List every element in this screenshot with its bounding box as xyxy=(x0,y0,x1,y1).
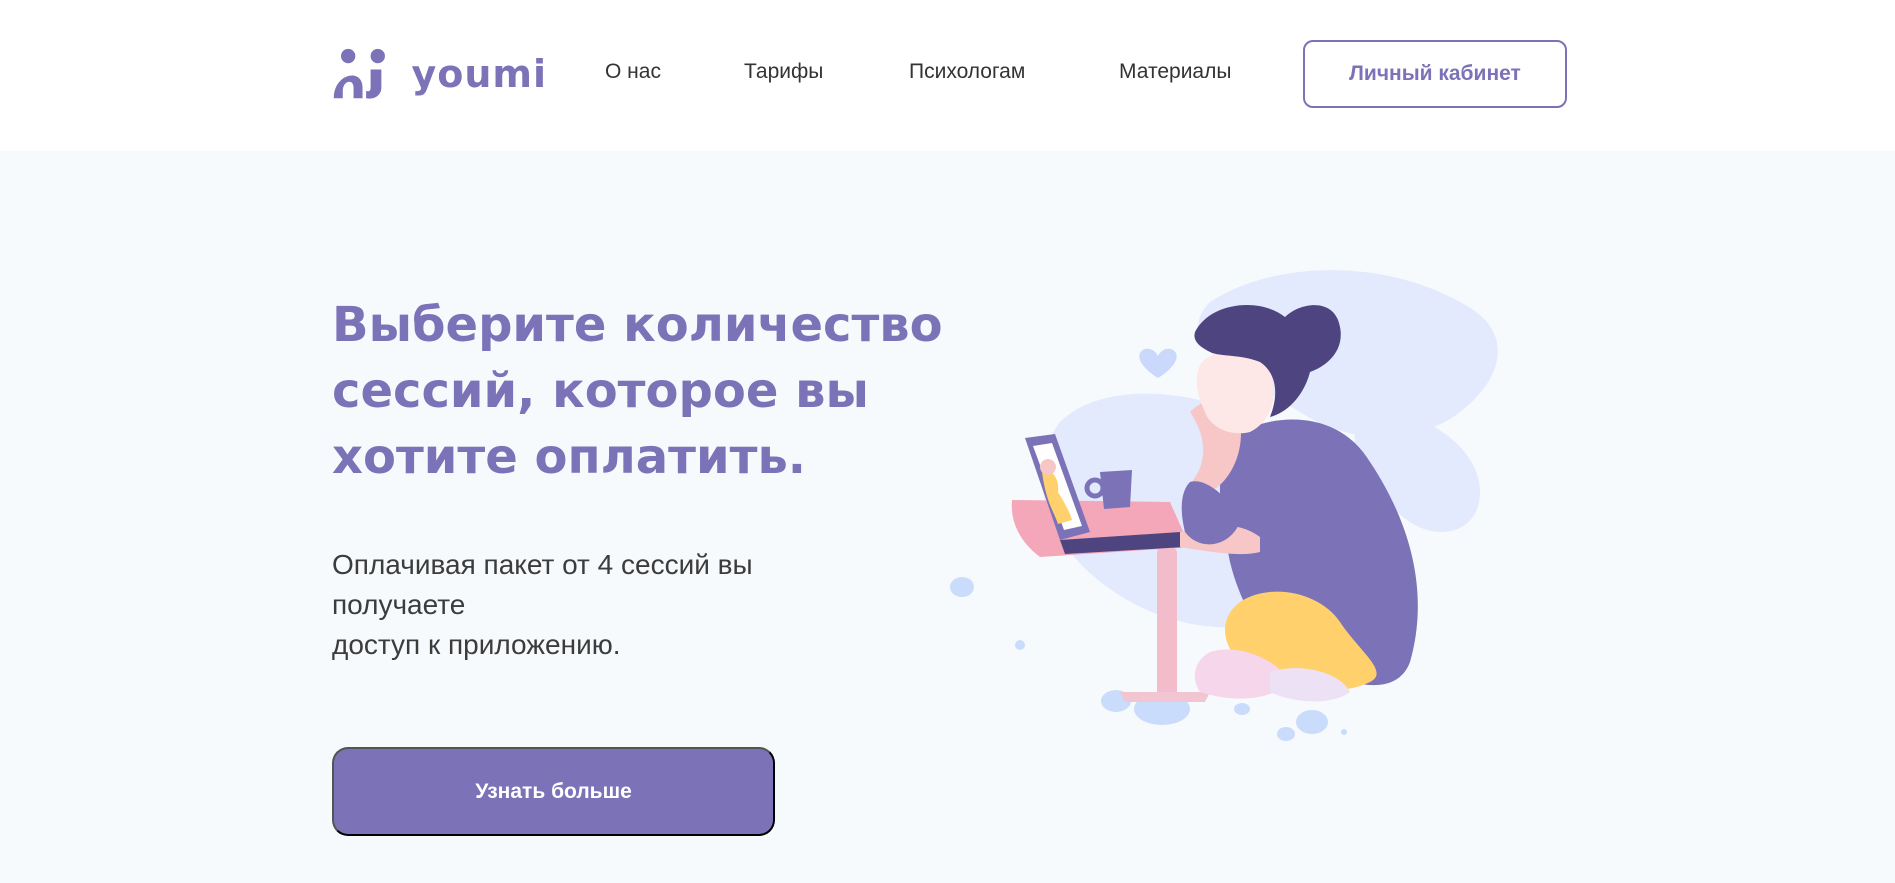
hero-subtitle-line: доступ к приложению. xyxy=(332,629,621,660)
hero-subtitle: Оплачивая пакет от 4 сессий вы получаете… xyxy=(332,545,892,665)
learn-more-button[interactable]: Узнать больше xyxy=(332,747,775,836)
brand-logo[interactable]: youmi xyxy=(332,44,547,104)
personal-cabinet-button[interactable]: Личный кабинет xyxy=(1303,40,1567,108)
hero-title-line: Выберите количество xyxy=(332,297,943,353)
hero-illustration xyxy=(950,270,1498,741)
nav-link-materials[interactable]: Материалы xyxy=(1119,60,1231,84)
site-header: youmi О нас Тарифы Психологам Материалы … xyxy=(0,0,1895,151)
hero-subtitle-line: Оплачивая пакет от 4 сессий вы xyxy=(332,549,753,580)
nav-link-about[interactable]: О нас xyxy=(605,60,661,84)
logo-icon xyxy=(333,48,385,99)
hero-title-line: хотите оплатить. xyxy=(332,429,807,485)
logo-wordmark: youmi xyxy=(411,52,547,96)
nav-link-tariffs[interactable]: Тарифы xyxy=(744,60,823,84)
nav-link-psychologists[interactable]: Психологам xyxy=(909,60,1025,84)
hero-title-line: сессий, которое вы xyxy=(332,363,869,419)
hero-subtitle-line: получаете xyxy=(332,589,466,620)
hero-title: Выберите количество сессий, которое вы х… xyxy=(332,292,1032,490)
